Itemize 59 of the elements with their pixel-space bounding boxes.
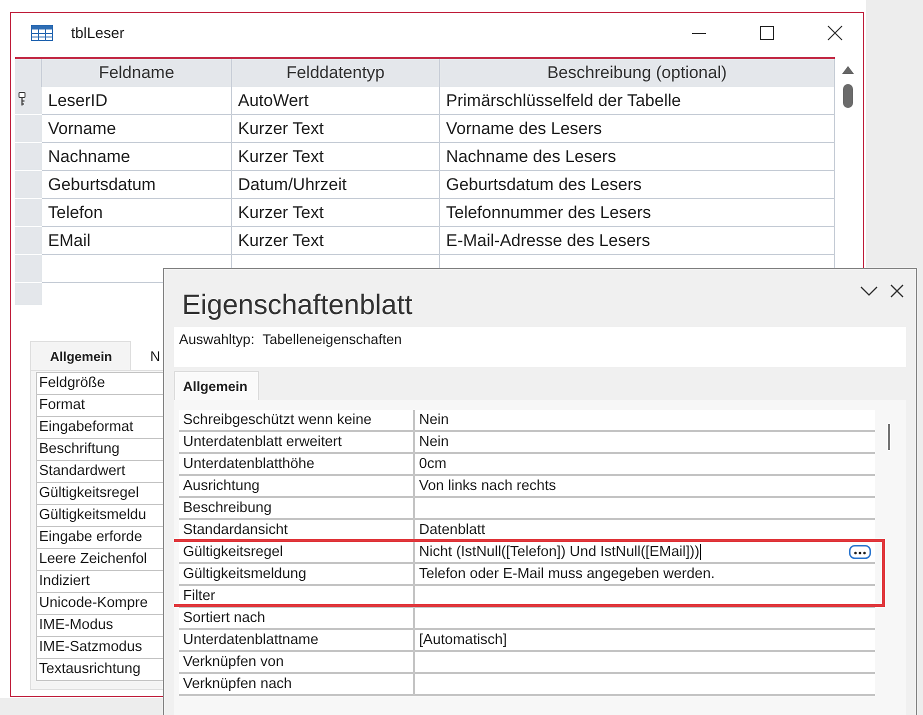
table-cell[interactable]: Primärschlüsselfeld der Tabelle (440, 87, 835, 115)
property-label: Gültigkeitsregel (179, 542, 415, 564)
property-field[interactable]: [Automatisch] (415, 630, 875, 652)
property-label: Schreibgeschützt wenn keine (179, 410, 415, 432)
table-cell[interactable]: Geburtsdatum (42, 171, 232, 199)
property-label: Gültigkeitsmeldung (179, 564, 415, 586)
table-cell[interactable]: Datum/Uhrzeit (232, 171, 440, 199)
property-label: Verknüpfen von (179, 652, 415, 674)
table-cell[interactable]: Nachname des Lesers (440, 143, 835, 171)
property-field[interactable]: Nein (415, 432, 875, 454)
scroll-up-icon[interactable] (842, 66, 854, 74)
table-cell[interactable]: Kurzer Text (232, 143, 440, 171)
table-cell[interactable]: Nachname (42, 143, 232, 171)
tab[interactable]: Allgemein (174, 371, 259, 400)
table-cell[interactable]: Geburtsdatum des Lesers (440, 171, 835, 199)
row-selector[interactable] (15, 87, 42, 115)
window-title: tblLeser (71, 24, 124, 42)
selection-type-value: Tabelleneigenschaften (262, 331, 402, 349)
table-cell[interactable]: AutoWert (232, 87, 440, 115)
table-cell[interactable]: Telefonnummer des Lesers (440, 199, 835, 227)
table-cell[interactable]: EMail (42, 227, 232, 255)
close-icon[interactable] (827, 25, 843, 41)
selection-type-label: Auswahltyp: (179, 331, 254, 349)
property-field[interactable]: 0cm (415, 454, 875, 476)
property-label: Beschreibung (179, 498, 415, 520)
table-cell[interactable]: Telefon (42, 199, 232, 227)
scroll-thumb[interactable] (842, 84, 852, 108)
column-header[interactable]: Beschreibung (optional) (440, 59, 835, 87)
property-field[interactable]: Von links nach rechts (415, 476, 875, 498)
column-header[interactable]: Feldname (42, 59, 232, 87)
table-cell[interactable]: E-Mail-Adresse des Lesers (440, 227, 835, 255)
property-label: Verknüpfen nach (179, 674, 415, 696)
property-field[interactable] (415, 652, 875, 674)
property-field[interactable] (415, 498, 875, 520)
maximize-icon[interactable] (759, 25, 775, 41)
property-field[interactable]: Nein (415, 410, 875, 432)
property-field[interactable] (415, 608, 875, 630)
table-icon (31, 25, 53, 41)
property-label: Unterdatenblatt erweitert (179, 432, 415, 454)
column-header[interactable]: Felddatentyp (232, 59, 440, 87)
table-cell[interactable]: Vorname des Lesers (440, 115, 835, 143)
table-cell[interactable]: Kurzer Text (232, 199, 440, 227)
scroll-thumb[interactable] (888, 424, 890, 450)
table-cell[interactable]: Kurzer Text (232, 115, 440, 143)
property-label: Sortiert nach (179, 608, 415, 630)
property-field[interactable]: Telefon oder E-Mail muss angegeben werden. (415, 564, 875, 586)
chevron-down-icon[interactable] (860, 286, 878, 296)
table-cell[interactable]: LeserID (42, 87, 232, 115)
table-cell[interactable]: Vorname (42, 115, 232, 143)
tab[interactable]: Allgemein (30, 341, 132, 370)
builder-button[interactable] (849, 545, 871, 559)
property-field[interactable]: Nicht (IstNull([Telefon]) Und IstNull([EMail])) (415, 542, 875, 564)
property-field[interactable] (415, 674, 875, 696)
property-label: Ausrichtung (179, 476, 415, 498)
table-cell[interactable]: Kurzer Text (232, 227, 440, 255)
property-label: Unterdatenblattname (179, 630, 415, 652)
property-label: Unterdatenblatthöhe (179, 454, 415, 476)
panel-title: Eigenschaftenblatt (182, 289, 412, 321)
close-icon[interactable] (890, 284, 904, 298)
